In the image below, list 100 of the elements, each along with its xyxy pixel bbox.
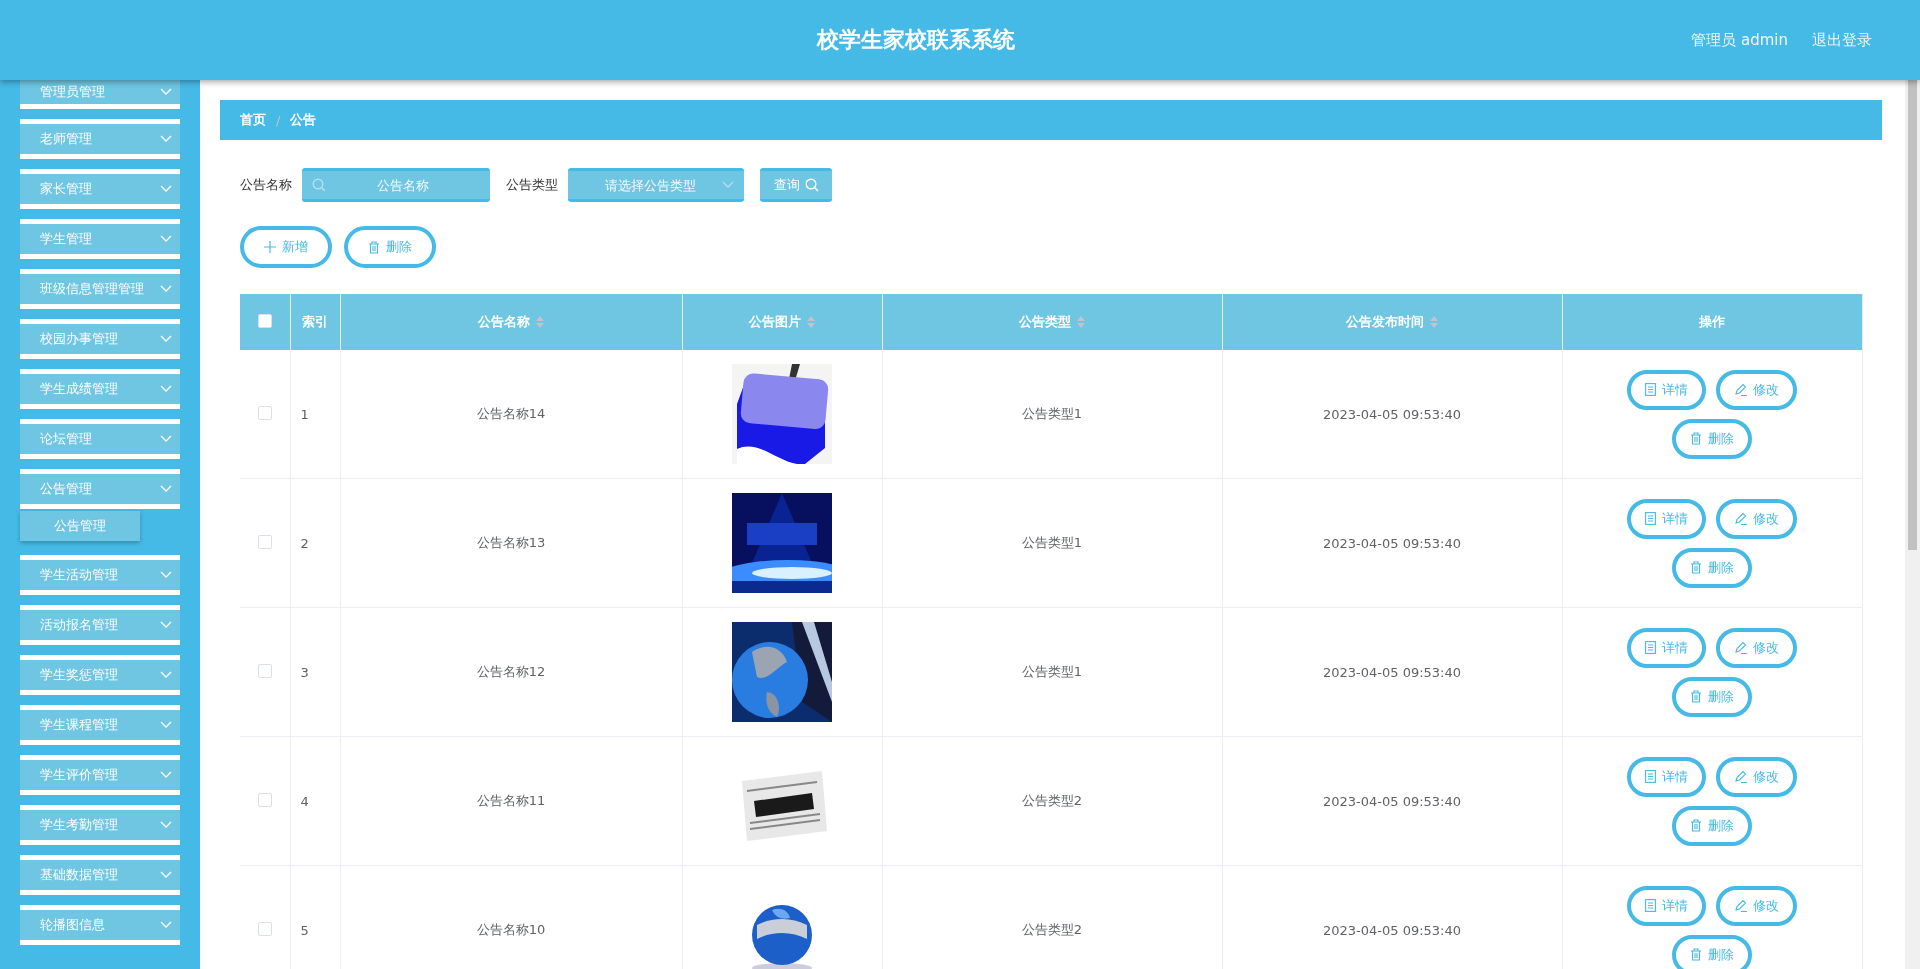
breadcrumb-separator: / <box>276 112 281 128</box>
edit-button[interactable]: 修改 <box>1716 756 1797 797</box>
chevron-down-icon <box>160 771 172 779</box>
table-cell: 5 <box>290 865 340 969</box>
delete-button[interactable]: 删除 <box>1672 934 1752 969</box>
trash-icon <box>1690 561 1702 574</box>
pencil-icon <box>1734 899 1747 912</box>
sidebar-item[interactable]: 管理员管理 <box>20 80 180 109</box>
search-field[interactable]: 公告名称 <box>302 168 490 202</box>
chevron-down-icon <box>160 135 172 143</box>
table-cell: 3 <box>290 607 340 737</box>
select-input[interactable]: 请选择公告类型 <box>578 171 722 199</box>
sidebar-item[interactable]: 基础数据管理 <box>20 855 180 895</box>
sort-icon[interactable] <box>807 316 815 328</box>
chevron-down-icon <box>160 485 172 493</box>
edit-button[interactable]: 修改 <box>1716 627 1797 668</box>
row-checkbox[interactable] <box>257 405 272 420</box>
app-title: 校学生家校联系系统 <box>815 26 1016 54</box>
chevron-down-icon <box>160 821 172 829</box>
sort-icon[interactable] <box>536 316 544 328</box>
sidebar-item[interactable]: 班级信息管理管理 <box>20 269 180 309</box>
chevron-down-icon <box>160 571 172 579</box>
table-cell: 公告名称13 <box>340 478 682 608</box>
sort-icon[interactable] <box>1077 316 1085 328</box>
select-field[interactable]: 请选择公告类型 <box>568 168 744 202</box>
chevron-down-icon <box>722 181 734 189</box>
row-checkbox[interactable] <box>257 534 272 549</box>
chevron-down-icon <box>160 285 172 293</box>
chevron-down-icon <box>160 871 172 879</box>
sidebar-item[interactable]: 学生考勤管理 <box>20 805 180 845</box>
delete-button[interactable]: 删除 <box>1672 805 1752 846</box>
sidebar-item[interactable]: 活动报名管理 <box>20 605 180 645</box>
user-label: 管理员 admin <box>1691 30 1788 50</box>
sidebar-item[interactable]: 学生评价管理 <box>20 755 180 795</box>
detail-button[interactable]: 详情 <box>1627 627 1706 668</box>
detail-button[interactable]: 详情 <box>1627 498 1706 539</box>
filter-label: 公告类型 <box>506 176 558 194</box>
detail-button[interactable]: 详情 <box>1627 885 1706 926</box>
document-icon <box>1645 641 1656 654</box>
query-button[interactable]: 查询 <box>760 168 832 202</box>
document-icon <box>1645 899 1656 912</box>
table-cell: 公告类型1 <box>882 607 1222 737</box>
sidebar-item[interactable]: 轮播图信息 <box>20 905 180 945</box>
sidebar-item[interactable]: 校园办事管理 <box>20 319 180 359</box>
breadcrumb-item[interactable]: 首页 <box>240 111 266 129</box>
sidebar-item[interactable]: 公告管理 <box>20 469 180 509</box>
pencil-icon <box>1734 383 1747 396</box>
detail-button[interactable]: 详情 <box>1627 369 1706 410</box>
column-title: 公告发布时间 <box>1346 313 1424 331</box>
chevron-down-icon <box>160 385 172 393</box>
chevron-down-icon <box>160 671 172 679</box>
chevron-down-icon <box>160 721 172 729</box>
column-title: 公告名称 <box>478 313 530 331</box>
table-cell: 公告类型1 <box>882 350 1222 479</box>
trash-icon <box>1690 948 1702 961</box>
table-cell: 2023-04-05 09:53:40 <box>1222 736 1562 866</box>
sidebar-item[interactable]: 学生奖惩管理 <box>20 655 180 695</box>
chevron-down-icon <box>160 335 172 343</box>
table-cell: 公告名称14 <box>340 350 682 479</box>
sort-icon[interactable] <box>1430 316 1438 328</box>
plus-icon <box>264 241 276 253</box>
sidebar-item[interactable]: 老师管理 <box>20 119 180 159</box>
sidebar-subitem[interactable]: 公告管理 <box>20 511 140 541</box>
search-icon <box>804 178 819 192</box>
chevron-down-icon <box>160 435 172 443</box>
edit-button[interactable]: 修改 <box>1716 498 1797 539</box>
row-checkbox[interactable] <box>257 921 272 936</box>
delete-button[interactable]: 删除 <box>1672 676 1752 717</box>
sidebar-item[interactable]: 论坛管理 <box>20 419 180 459</box>
table-cell: 公告名称10 <box>340 865 682 969</box>
sidebar-item[interactable]: 学生课程管理 <box>20 705 180 745</box>
detail-button[interactable]: 详情 <box>1627 756 1706 797</box>
column-title: 操作 <box>1699 313 1725 331</box>
delete-button[interactable]: 删除 <box>1672 547 1752 588</box>
delete-button[interactable]: 删除 <box>1672 418 1752 459</box>
add-button[interactable]: 新增 <box>240 226 332 268</box>
pencil-icon <box>1734 641 1747 654</box>
table-cell: 公告名称12 <box>340 607 682 737</box>
column-title: 索引 <box>302 313 328 331</box>
scrollbar[interactable] <box>1905 80 1920 969</box>
row-checkbox[interactable] <box>257 663 272 678</box>
search-input[interactable]: 公告名称 <box>326 171 480 199</box>
table-cell: 2023-04-05 09:53:40 <box>1222 607 1562 737</box>
select-all-checkbox[interactable] <box>257 313 272 328</box>
chevron-down-icon <box>160 921 172 929</box>
trash-icon <box>1690 432 1702 445</box>
document-icon <box>1645 770 1656 783</box>
document-icon <box>1645 383 1656 396</box>
sidebar-item[interactable]: 学生活动管理 <box>20 555 180 595</box>
delete-button[interactable]: 删除 <box>344 226 436 268</box>
sidebar-item[interactable]: 家长管理 <box>20 169 180 209</box>
sidebar-item[interactable]: 学生管理 <box>20 219 180 259</box>
chevron-down-icon <box>160 88 172 96</box>
trash-icon <box>1690 690 1702 703</box>
row-checkbox[interactable] <box>257 792 272 807</box>
sidebar-item[interactable]: 学生成绩管理 <box>20 369 180 409</box>
logout-link[interactable]: 退出登录 <box>1812 30 1872 50</box>
edit-button[interactable]: 修改 <box>1716 369 1797 410</box>
edit-button[interactable]: 修改 <box>1716 885 1797 926</box>
trash-icon <box>368 240 380 254</box>
